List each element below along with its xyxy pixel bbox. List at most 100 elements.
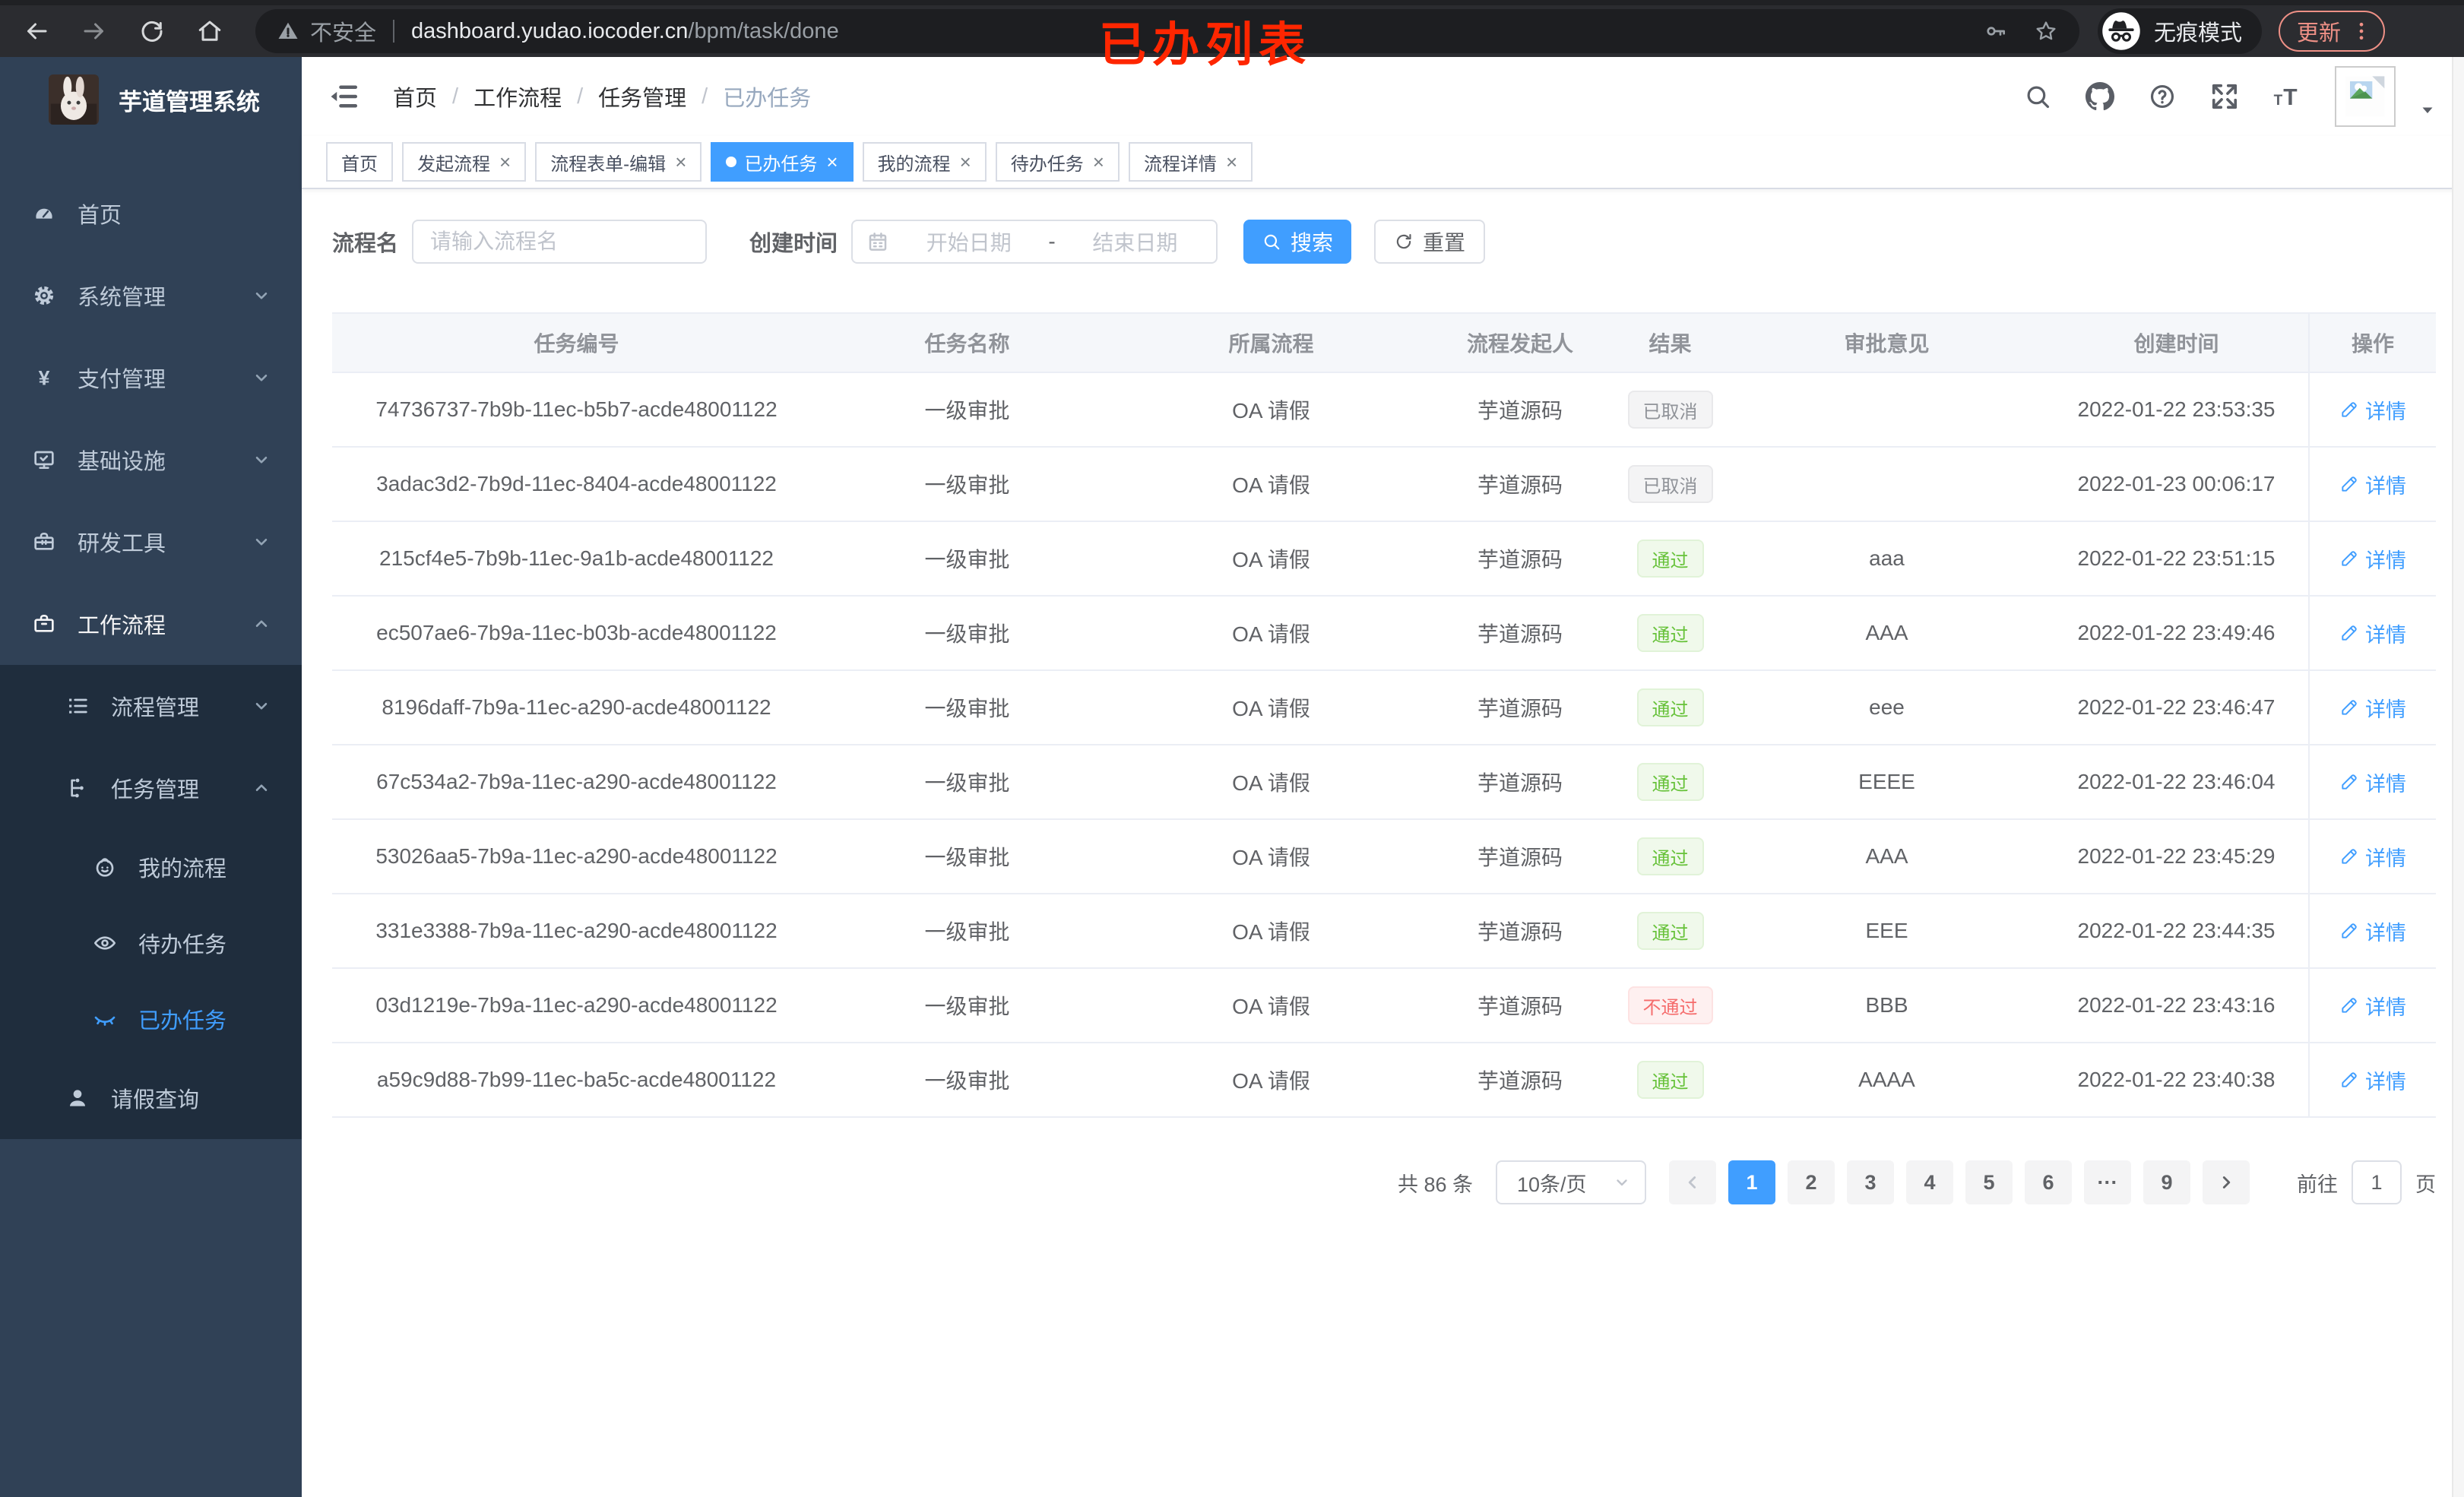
tab-2[interactable]: 流程表单-编辑 × <box>535 142 702 182</box>
sidebar-item-1[interactable]: 系统管理 <box>0 255 302 337</box>
close-icon[interactable]: × <box>960 152 971 172</box>
detail-link[interactable]: 详情 <box>2339 544 2406 574</box>
search-button[interactable]: 搜索 <box>1243 220 1352 264</box>
detail-link[interactable]: 详情 <box>2339 619 2406 648</box>
page-button-9[interactable]: 9 <box>2143 1160 2190 1204</box>
edit-icon <box>2339 474 2359 494</box>
page-button-1[interactable]: 1 <box>1728 1160 1775 1204</box>
table-row: 03d1219e-7b9a-11ec-a290-acde48001122 一级审批… <box>332 969 2436 1043</box>
tab-3[interactable]: 已办任务 × <box>711 142 854 182</box>
sidebar-item-6[interactable]: 流程管理 <box>0 665 302 747</box>
github-icon[interactable] <box>2086 82 2114 111</box>
help-icon[interactable] <box>2148 82 2177 111</box>
forward-icon[interactable] <box>81 17 108 45</box>
cell-result: 已取消 <box>1611 373 1729 446</box>
page-button-4[interactable]: 4 <box>1906 1160 1953 1204</box>
sidebar-collapse-icon[interactable] <box>328 81 359 112</box>
key-icon[interactable] <box>1984 19 2008 43</box>
detail-link[interactable]: 详情 <box>2339 395 2406 425</box>
cell-action: 详情 <box>2308 894 2436 967</box>
page-button-2[interactable]: 2 <box>1788 1160 1835 1204</box>
cell-action: 详情 <box>2308 522 2436 595</box>
detail-link[interactable]: 详情 <box>2339 693 2406 723</box>
tab-4[interactable]: 我的流程 × <box>862 142 987 182</box>
detail-link[interactable]: 详情 <box>2339 842 2406 872</box>
incognito-label: 无痕模式 <box>2154 21 2243 46</box>
app-logo <box>49 74 99 125</box>
page-button-3[interactable]: 3 <box>1847 1160 1894 1204</box>
detail-link[interactable]: 详情 <box>2339 1065 2406 1095</box>
tab-1[interactable]: 发起流程 × <box>402 142 527 182</box>
fullscreen-icon[interactable] <box>2210 82 2239 111</box>
detail-link[interactable]: 详情 <box>2339 991 2406 1021</box>
top-navbar: 首页 / 工作流程 / 任务管理 / 已办任务 TT <box>302 57 2464 136</box>
sidebar-item-2[interactable]: ¥ 支付管理 <box>0 337 302 419</box>
sidebar-item-0[interactable]: 首页 <box>0 172 302 255</box>
cell: 2022-01-23 00:06:17 <box>2077 472 2276 495</box>
sidebar-logo-row[interactable]: 芋道管理系统 <box>0 57 302 142</box>
sidebar-item-9[interactable]: 待办任务 <box>0 905 302 981</box>
prev-page-button[interactable] <box>1669 1160 1716 1204</box>
cell: OA 请假 <box>1232 1069 1310 1093</box>
detail-link[interactable]: 详情 <box>2339 916 2406 946</box>
tab-5[interactable]: 待办任务 × <box>995 142 1120 182</box>
page-scrollbar[interactable] <box>2452 57 2464 1497</box>
tab-0[interactable]: 首页 <box>326 142 393 182</box>
page-button-6[interactable]: 6 <box>2025 1160 2072 1204</box>
cell: 2022-01-22 23:40:38 <box>2077 1068 2276 1091</box>
close-icon[interactable]: × <box>1093 152 1104 172</box>
page-button-5[interactable]: 5 <box>1965 1160 2013 1204</box>
sidebar-item-11[interactable]: 请假查询 <box>0 1057 302 1139</box>
sidebar-item-8[interactable]: 我的流程 <box>0 829 302 905</box>
cell: 一级审批 <box>924 473 1010 497</box>
page-size-select[interactable]: 10条/页 <box>1496 1160 1646 1204</box>
cell: 芋道源码 <box>1477 771 1563 795</box>
cell: 2022-01-22 23:46:47 <box>2077 695 2276 719</box>
breadcrumb-item[interactable]: 任务管理 <box>598 81 686 112</box>
close-icon[interactable]: × <box>1226 152 1237 172</box>
tab-6[interactable]: 流程详情 × <box>1128 142 1253 182</box>
table-header-row: 任务编号 任务名称 所属流程 流程发起人 结果 审批意见 创建时间 操作 <box>332 314 2436 373</box>
pager-ellipsis[interactable]: ··· <box>2084 1160 2131 1204</box>
result-tag: 通过 <box>1636 837 1704 875</box>
date-range-picker[interactable]: 开始日期 - 结束日期 <box>851 220 1218 264</box>
sidebar-item-7[interactable]: 任务管理 <box>0 747 302 829</box>
next-page-button[interactable] <box>2203 1160 2250 1204</box>
reload-icon[interactable] <box>138 17 166 45</box>
total-count: 共 86 条 <box>1397 1173 1473 1196</box>
close-icon[interactable]: × <box>499 152 511 172</box>
goto-page-input[interactable] <box>2352 1160 2402 1204</box>
cell: 一级审批 <box>924 846 1010 869</box>
home-icon[interactable] <box>196 17 223 45</box>
reset-button[interactable]: 重置 <box>1374 220 1486 264</box>
avatar[interactable] <box>2335 66 2396 127</box>
sidebar-item-10[interactable]: 已办任务 <box>0 981 302 1057</box>
detail-link[interactable]: 详情 <box>2339 470 2406 499</box>
close-icon[interactable]: × <box>826 152 838 172</box>
edit-icon <box>2339 549 2359 568</box>
cell: OA 请假 <box>1232 771 1310 795</box>
back-icon[interactable] <box>23 17 50 45</box>
close-icon[interactable]: × <box>675 152 686 172</box>
sidebar-item-4[interactable]: 研发工具 <box>0 501 302 583</box>
detail-link[interactable]: 详情 <box>2339 767 2406 797</box>
breadcrumb-item[interactable]: 工作流程 <box>473 81 562 112</box>
cell: 一级审批 <box>924 1069 1010 1093</box>
star-icon[interactable] <box>2034 19 2058 43</box>
cell <box>1729 448 2044 521</box>
sidebar-item-5[interactable]: 工作流程 <box>0 583 302 665</box>
search-icon[interactable] <box>2023 82 2052 111</box>
cell: 2022-01-22 23:51:15 <box>2077 546 2276 570</box>
breadcrumb-item[interactable]: 首页 <box>393 81 437 112</box>
font-size-icon[interactable]: TT <box>2272 82 2301 111</box>
tab-label: 已办任务 <box>744 153 818 175</box>
chevron-down-icon <box>252 368 271 388</box>
process-name-input[interactable] <box>412 220 708 264</box>
caret-down-icon[interactable] <box>2418 101 2437 119</box>
browser-menu-icon[interactable] <box>2350 20 2373 43</box>
table-row: 331e3388-7b9a-11ec-a290-acde48001122 一级审批… <box>332 894 2436 969</box>
briefcase-icon <box>32 612 56 636</box>
sidebar-item-3[interactable]: 基础设施 <box>0 419 302 501</box>
browser-update-button[interactable]: 更新 <box>2279 11 2386 52</box>
cell: 芋道源码 <box>1477 995 1563 1018</box>
